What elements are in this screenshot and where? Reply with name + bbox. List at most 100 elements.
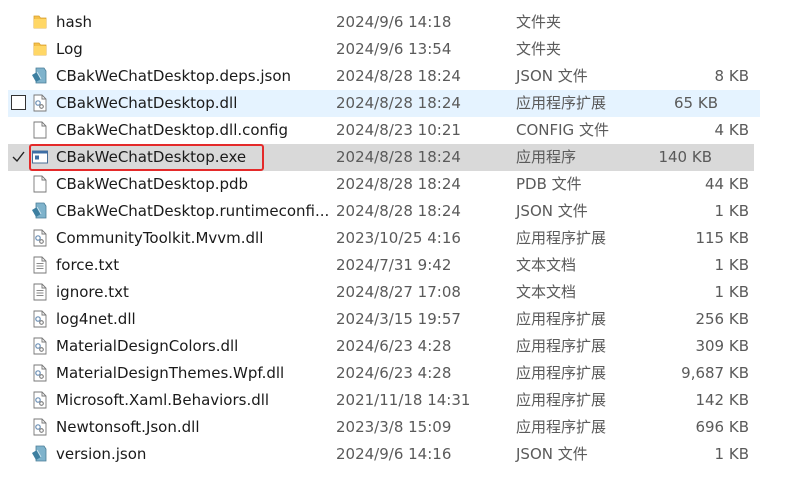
- row-checkbox[interactable]: [11, 95, 26, 110]
- file-date-modified: 2024/9/6 14:16: [336, 445, 452, 463]
- file-type: 文本文档: [516, 283, 577, 301]
- file-row-hash[interactable]: hash 2024/9/6 14:18 文件夹: [0, 9, 791, 36]
- file-list: hash 2024/9/6 14:18 文件夹 Log 2024/9/6 13:…: [0, 9, 791, 468]
- file-row-communitytoolkit-mvvm-dll[interactable]: CommunityToolkit.Mvvm.dll 2023/10/25 4:1…: [0, 225, 791, 252]
- file-name[interactable]: Log: [56, 36, 83, 63]
- file-date-modified: 2024/8/23 10:21: [336, 121, 461, 139]
- file-date-modified: 2021/11/18 14:31: [336, 391, 471, 409]
- exe-file-icon: [31, 148, 49, 166]
- file-size: 1 KB: [714, 202, 749, 220]
- file-name[interactable]: CBakWeChatDesktop.deps.json: [56, 63, 291, 90]
- file-row-ignore-txt[interactable]: ignore.txt 2024/8/27 17:08 文本文档 1 KB: [0, 279, 791, 306]
- file-row-newtonsoft-json-dll[interactable]: Newtonsoft.Json.dll 2023/3/8 15:09 应用程序扩…: [0, 414, 791, 441]
- file-date-modified: 2024/8/27 17:08: [336, 283, 461, 301]
- file-size: 8 KB: [714, 67, 749, 85]
- file-row-cbakwechatdesktop-deps-json[interactable]: CBakWeChatDesktop.deps.json 2024/8/28 18…: [0, 63, 791, 90]
- json-file-icon: [31, 445, 49, 463]
- file-size: 9,687 KB: [681, 364, 749, 382]
- folder-icon: [31, 40, 49, 58]
- file-date-modified: 2024/6/23 4:28: [336, 364, 452, 382]
- file-size: 142 KB: [695, 391, 749, 409]
- dll-file-icon: [31, 337, 49, 355]
- file-size: 696 KB: [695, 418, 749, 436]
- dll-file-icon: [31, 310, 49, 328]
- file-type: 文件夹: [516, 13, 562, 31]
- file-name[interactable]: CBakWeChatDesktop.dll.config: [56, 117, 288, 144]
- file-date-modified: 2024/8/28 18:24: [336, 67, 461, 85]
- file-date-modified: 2024/9/6 14:18: [336, 13, 452, 31]
- text-file-icon: [31, 283, 49, 301]
- file-size: 1 KB: [714, 445, 749, 463]
- file-name[interactable]: CommunityToolkit.Mvvm.dll: [56, 225, 263, 252]
- file-size: 140 KB: [658, 148, 712, 166]
- file-row-version-json[interactable]: version.json 2024/9/6 14:16 JSON 文件 1 KB: [0, 441, 791, 468]
- file-date-modified: 2024/7/31 9:42: [336, 256, 452, 274]
- file-size: 1 KB: [714, 256, 749, 274]
- file-name[interactable]: hash: [56, 9, 92, 36]
- file-name[interactable]: CBakWeChatDesktop.dll: [56, 90, 237, 117]
- file-name[interactable]: Microsoft.Xaml.Behaviors.dll: [56, 387, 269, 414]
- folder-icon: [31, 13, 49, 31]
- file-type: 文件夹: [516, 40, 562, 58]
- file-size: 4 KB: [714, 121, 749, 139]
- file-name[interactable]: force.txt: [56, 252, 119, 279]
- file-type: 应用程序扩展: [516, 337, 607, 355]
- file-row-materialdesignthemes-wpf-dll[interactable]: MaterialDesignThemes.Wpf.dll 2024/6/23 4…: [0, 360, 791, 387]
- file-type: 应用程序扩展: [516, 391, 607, 409]
- dll-file-icon: [31, 229, 49, 247]
- file-type: 应用程序扩展: [516, 364, 607, 382]
- file-row-cbakwechatdesktop-runtimeconfi[interactable]: CBakWeChatDesktop.runtimeconfi... 2024/8…: [0, 198, 791, 225]
- file-date-modified: 2024/3/15 19:57: [336, 310, 461, 328]
- file-type: JSON 文件: [516, 202, 588, 220]
- file-name[interactable]: CBakWeChatDesktop.pdb: [56, 171, 248, 198]
- blank-file-icon: [31, 175, 49, 193]
- file-row-force-txt[interactable]: force.txt 2024/7/31 9:42 文本文档 1 KB: [0, 252, 791, 279]
- file-type: CONFIG 文件: [516, 121, 609, 139]
- file-name[interactable]: CBakWeChatDesktop.runtimeconfi...: [56, 198, 329, 225]
- file-row-materialdesigncolors-dll[interactable]: MaterialDesignColors.dll 2024/6/23 4:28 …: [0, 333, 791, 360]
- file-type: 应用程序扩展: [516, 418, 607, 436]
- file-row-microsoft-xaml-behaviors-dll[interactable]: Microsoft.Xaml.Behaviors.dll 2021/11/18 …: [0, 387, 791, 414]
- file-name[interactable]: Newtonsoft.Json.dll: [56, 414, 200, 441]
- json-file-icon: [31, 67, 49, 85]
- file-date-modified: 2024/8/28 18:24: [336, 148, 461, 166]
- file-row-cbakwechatdesktop-dll[interactable]: CBakWeChatDesktop.dll 2024/8/28 18:24 应用…: [8, 90, 760, 117]
- file-date-modified: 2024/8/28 18:24: [336, 202, 461, 220]
- file-date-modified: 2024/6/23 4:28: [336, 337, 452, 355]
- file-date-modified: 2024/8/28 18:24: [336, 175, 461, 193]
- file-row-cbakwechatdesktop-pdb[interactable]: CBakWeChatDesktop.pdb 2024/8/28 18:24 PD…: [0, 171, 791, 198]
- dll-file-icon: [31, 391, 49, 409]
- file-row-cbakwechatdesktop-exe[interactable]: CBakWeChatDesktop.exe 2024/8/28 18:24 应用…: [8, 144, 754, 171]
- dll-file-icon: [31, 364, 49, 382]
- file-size: 1 KB: [714, 283, 749, 301]
- json-file-icon: [31, 202, 49, 220]
- file-name[interactable]: log4net.dll: [56, 306, 136, 333]
- file-date-modified: 2024/8/28 18:24: [336, 94, 461, 112]
- file-size: 115 KB: [695, 229, 749, 247]
- file-name[interactable]: MaterialDesignThemes.Wpf.dll: [56, 360, 284, 387]
- file-name[interactable]: version.json: [56, 441, 146, 468]
- blank-file-icon: [31, 121, 49, 139]
- file-size: 65 KB: [674, 94, 718, 112]
- file-date-modified: 2024/9/6 13:54: [336, 40, 452, 58]
- file-type: 应用程序扩展: [516, 229, 607, 247]
- file-name[interactable]: ignore.txt: [56, 279, 129, 306]
- file-type: JSON 文件: [516, 67, 588, 85]
- file-row-log4net-dll[interactable]: log4net.dll 2024/3/15 19:57 应用程序扩展 256 K…: [0, 306, 791, 333]
- row-checkbox[interactable]: [11, 149, 26, 164]
- file-type: PDB 文件: [516, 175, 582, 193]
- file-type: 应用程序扩展: [516, 94, 607, 112]
- file-type: 应用程序: [516, 148, 577, 166]
- file-type: 应用程序扩展: [516, 310, 607, 328]
- dll-file-icon: [31, 418, 49, 436]
- file-row-log[interactable]: Log 2024/9/6 13:54 文件夹: [0, 36, 791, 63]
- file-size: 309 KB: [695, 337, 749, 355]
- file-name[interactable]: CBakWeChatDesktop.exe: [56, 144, 246, 171]
- file-date-modified: 2023/3/8 15:09: [336, 418, 452, 436]
- file-name[interactable]: MaterialDesignColors.dll: [56, 333, 238, 360]
- text-file-icon: [31, 256, 49, 274]
- file-type: 文本文档: [516, 256, 577, 274]
- file-size: 256 KB: [695, 310, 749, 328]
- file-row-cbakwechatdesktop-dll-config[interactable]: CBakWeChatDesktop.dll.config 2024/8/23 1…: [0, 117, 791, 144]
- dll-file-icon: [31, 94, 49, 112]
